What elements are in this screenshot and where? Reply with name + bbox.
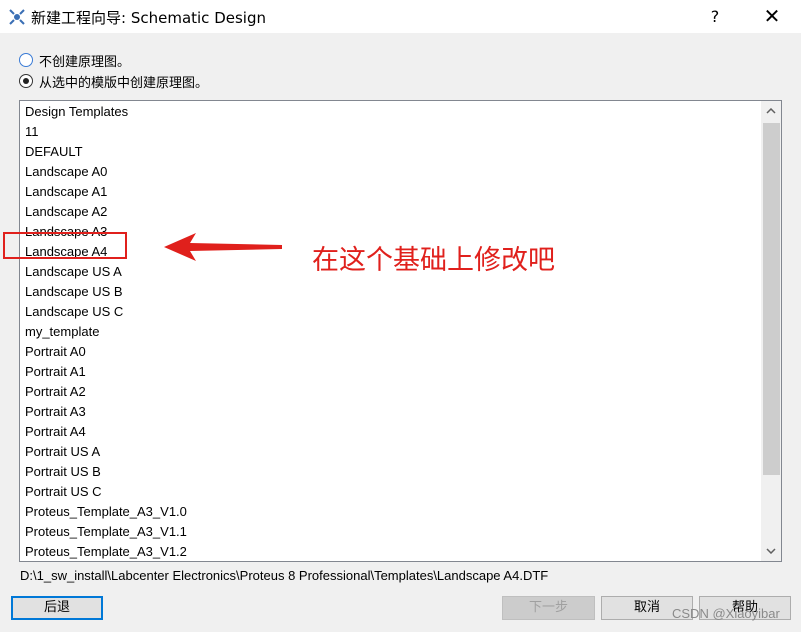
list-item[interactable]: Portrait US A [25,442,100,462]
next-button[interactable]: 下一步 [502,596,595,620]
list-item[interactable]: Portrait A3 [25,402,86,422]
list-item[interactable]: Landscape A2 [25,202,107,222]
option-no-schematic-label: 不创建原理图。 [39,54,131,70]
list-item[interactable]: 11 [25,122,39,142]
list-item[interactable]: Landscape A1 [25,182,107,202]
list-item[interactable]: Portrait US C [25,482,102,502]
list-item[interactable]: my_template [25,322,99,342]
list-item[interactable]: Landscape US A [25,262,122,282]
option-from-template-label: 从选中的模版中创建原理图。 [39,75,209,91]
window-title: 新建工程向导: Schematic Design [31,9,266,27]
list-item[interactable]: Portrait A0 [25,342,86,362]
chevron-down-icon[interactable] [761,541,781,561]
back-button[interactable]: 后退 [11,596,103,620]
list-item[interactable]: Landscape A0 [25,162,107,182]
red-arrow-icon [164,233,282,261]
list-item[interactable]: DEFAULT [25,142,83,162]
list-item[interactable]: Landscape US C [25,302,123,322]
template-path: D:\1_sw_install\Labcenter Electronics\Pr… [20,568,549,583]
radio-from-template[interactable] [19,74,33,88]
list-item[interactable]: Landscape US B [25,282,123,302]
list-item[interactable]: Proteus_Template_A3_V1.0 [25,502,187,522]
radio-no-schematic[interactable] [19,53,33,67]
highlight-box [3,232,127,259]
list-item[interactable]: Portrait A4 [25,422,86,442]
proteus-app-icon [9,9,25,25]
chevron-up-icon[interactable] [761,101,781,121]
help-icon[interactable]: ? [700,0,730,33]
template-list[interactable]: Design Templates 11 DEFAULT Landscape A0… [19,100,782,562]
option-no-schematic[interactable]: 不创建原理图。 [19,50,130,70]
vertical-scrollbar[interactable] [761,101,781,561]
list-item[interactable]: Proteus_Template_A3_V1.1 [25,522,187,542]
list-item[interactable]: Proteus_Template_A3_V1.2 [25,542,187,561]
option-from-template[interactable]: 从选中的模版中创建原理图。 [19,71,208,91]
list-item[interactable]: Portrait A1 [25,362,86,382]
title-bar: 新建工程向导: Schematic Design ? ✕ [0,0,801,33]
close-icon[interactable]: ✕ [752,0,792,33]
scrollbar-thumb[interactable] [763,123,780,475]
list-item[interactable]: Portrait US B [25,462,101,482]
list-item-header[interactable]: Design Templates [25,102,128,122]
list-item[interactable]: Portrait A2 [25,382,86,402]
watermark: CSDN @Xiaoyibar [672,606,780,621]
annotation-text: 在这个基础上修改吧 [312,245,555,276]
